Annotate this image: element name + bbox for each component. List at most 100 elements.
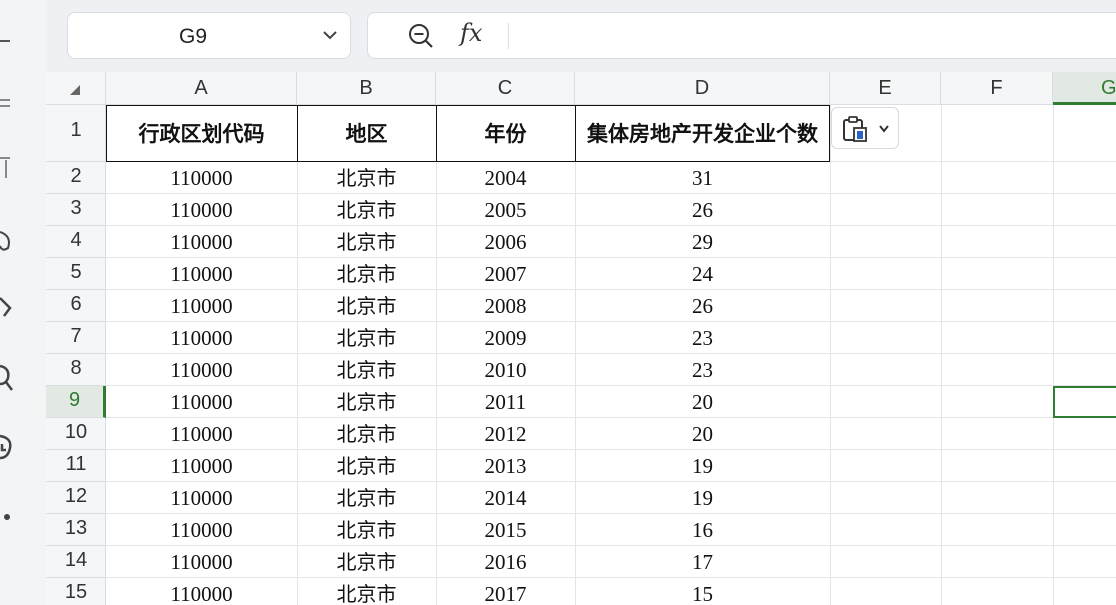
chevron-down-icon[interactable] bbox=[322, 29, 338, 43]
cell-c12[interactable]: 2014 bbox=[436, 482, 575, 514]
column-header-e[interactable]: E bbox=[830, 72, 941, 105]
cell-a1[interactable]: 行政区划代码 bbox=[106, 105, 297, 162]
cell-a15[interactable]: 110000 bbox=[106, 578, 297, 605]
magic-wand-icon[interactable] bbox=[0, 292, 22, 320]
row-header-11[interactable]: 11 bbox=[46, 450, 106, 482]
cell-c11[interactable]: 2013 bbox=[436, 450, 575, 482]
active-cell-g9[interactable] bbox=[1053, 386, 1116, 418]
brush-icon[interactable] bbox=[0, 226, 22, 254]
cell-d10[interactable]: 20 bbox=[575, 418, 830, 450]
row-header-7[interactable]: 7 bbox=[46, 322, 106, 354]
row-header-12[interactable]: 12 bbox=[46, 482, 106, 514]
cell-a13[interactable]: 110000 bbox=[106, 514, 297, 546]
row-header-14[interactable]: 14 bbox=[46, 546, 106, 578]
history-icon[interactable] bbox=[0, 434, 22, 462]
cell-b7[interactable]: 北京市 bbox=[297, 322, 436, 354]
cell-a2[interactable]: 110000 bbox=[106, 162, 297, 194]
cell-d3[interactable]: 26 bbox=[575, 194, 830, 226]
cell-c5[interactable]: 2007 bbox=[436, 258, 575, 290]
cell-a10[interactable]: 110000 bbox=[106, 418, 297, 450]
name-box[interactable]: G9 bbox=[67, 12, 351, 59]
row-header-13[interactable]: 13 bbox=[46, 514, 106, 546]
row-header-10[interactable]: 10 bbox=[46, 418, 106, 450]
cell-b5[interactable]: 北京市 bbox=[297, 258, 436, 290]
cell-b9[interactable]: 北京市 bbox=[297, 386, 436, 418]
cell-b12[interactable]: 北京市 bbox=[297, 482, 436, 514]
column-header-d[interactable]: D bbox=[575, 72, 830, 105]
cell-a11[interactable]: 110000 bbox=[106, 450, 297, 482]
column-header-f[interactable]: F bbox=[941, 72, 1053, 105]
name-box-value[interactable]: G9 bbox=[68, 13, 318, 60]
formula-bar[interactable]: fx bbox=[367, 12, 1116, 59]
cell-b14[interactable]: 北京市 bbox=[297, 546, 436, 578]
cell-c1[interactable]: 年份 bbox=[436, 105, 575, 162]
search-icon[interactable] bbox=[0, 364, 22, 392]
cell-a4[interactable]: 110000 bbox=[106, 226, 297, 258]
cell-b8[interactable]: 北京市 bbox=[297, 354, 436, 386]
cell-b11[interactable]: 北京市 bbox=[297, 450, 436, 482]
cell-d5[interactable]: 24 bbox=[575, 258, 830, 290]
cell-d13[interactable]: 16 bbox=[575, 514, 830, 546]
cell-c2[interactable]: 2004 bbox=[436, 162, 575, 194]
zoom-out-icon[interactable] bbox=[408, 23, 434, 49]
paste-options-button[interactable] bbox=[831, 107, 899, 149]
menu-icon[interactable] bbox=[0, 28, 22, 42]
cell-a8[interactable]: 110000 bbox=[106, 354, 297, 386]
row-header-9[interactable]: 9 bbox=[46, 386, 106, 418]
row-header-4[interactable]: 4 bbox=[46, 226, 106, 258]
column-header-a[interactable]: A bbox=[106, 72, 297, 105]
cell-c15[interactable]: 2017 bbox=[436, 578, 575, 605]
cell-d4[interactable]: 29 bbox=[575, 226, 830, 258]
cell-area[interactable]: 行政区划代码 地区 年份 集体房地产开发企业个数 110000 北京市 2004… bbox=[106, 105, 1116, 605]
column-header-c[interactable]: C bbox=[436, 72, 575, 105]
cell-b2[interactable]: 北京市 bbox=[297, 162, 436, 194]
cell-d12[interactable]: 19 bbox=[575, 482, 830, 514]
cell-b6[interactable]: 北京市 bbox=[297, 290, 436, 322]
cell-a12[interactable]: 110000 bbox=[106, 482, 297, 514]
cell-a9[interactable]: 110000 bbox=[106, 386, 297, 418]
cell-d15[interactable]: 15 bbox=[575, 578, 830, 605]
cell-c4[interactable]: 2006 bbox=[436, 226, 575, 258]
select-all-button[interactable] bbox=[46, 72, 106, 105]
row-header-8[interactable]: 8 bbox=[46, 354, 106, 386]
cell-b3[interactable]: 北京市 bbox=[297, 194, 436, 226]
cell-a7[interactable]: 110000 bbox=[106, 322, 297, 354]
row-header-2[interactable]: 2 bbox=[46, 162, 106, 194]
cell-d6[interactable]: 26 bbox=[575, 290, 830, 322]
function-fx-icon[interactable]: fx bbox=[460, 19, 482, 47]
cell-d9[interactable]: 20 bbox=[575, 386, 830, 418]
cell-c10[interactable]: 2012 bbox=[436, 418, 575, 450]
row-header-6[interactable]: 6 bbox=[46, 290, 106, 322]
cell-c14[interactable]: 2016 bbox=[436, 546, 575, 578]
cell-a6[interactable]: 110000 bbox=[106, 290, 297, 322]
ruler-icon[interactable] bbox=[0, 90, 22, 110]
cell-a5[interactable]: 110000 bbox=[106, 258, 297, 290]
cell-b15[interactable]: 北京市 bbox=[297, 578, 436, 605]
row-header-3[interactable]: 3 bbox=[46, 194, 106, 226]
cell-b13[interactable]: 北京市 bbox=[297, 514, 436, 546]
cell-c3[interactable]: 2005 bbox=[436, 194, 575, 226]
cell-d2[interactable]: 31 bbox=[575, 162, 830, 194]
cell-a3[interactable]: 110000 bbox=[106, 194, 297, 226]
row-header-1[interactable]: 1 bbox=[46, 105, 106, 162]
cell-d11[interactable]: 19 bbox=[575, 450, 830, 482]
cell-a14[interactable]: 110000 bbox=[106, 546, 297, 578]
cell-c9[interactable]: 2011 bbox=[436, 386, 575, 418]
cell-b4[interactable]: 北京市 bbox=[297, 226, 436, 258]
cell-c13[interactable]: 2015 bbox=[436, 514, 575, 546]
more-icon[interactable] bbox=[0, 510, 22, 524]
upload-icon[interactable] bbox=[0, 154, 22, 180]
cell-d7[interactable]: 23 bbox=[575, 322, 830, 354]
row-header-5[interactable]: 5 bbox=[46, 258, 106, 290]
cell-d1[interactable]: 集体房地产开发企业个数 bbox=[575, 105, 830, 162]
spreadsheet-grid[interactable]: A B C D E F G 1 2 3 4 5 6 7 8 9 10 11 12… bbox=[46, 72, 1116, 605]
cell-c7[interactable]: 2009 bbox=[436, 322, 575, 354]
cell-b1[interactable]: 地区 bbox=[297, 105, 436, 162]
row-header-15[interactable]: 15 bbox=[46, 578, 106, 605]
cell-b10[interactable]: 北京市 bbox=[297, 418, 436, 450]
cell-d14[interactable]: 17 bbox=[575, 546, 830, 578]
cell-c6[interactable]: 2008 bbox=[436, 290, 575, 322]
cell-c8[interactable]: 2010 bbox=[436, 354, 575, 386]
cell-d8[interactable]: 23 bbox=[575, 354, 830, 386]
column-header-b[interactable]: B bbox=[297, 72, 436, 105]
